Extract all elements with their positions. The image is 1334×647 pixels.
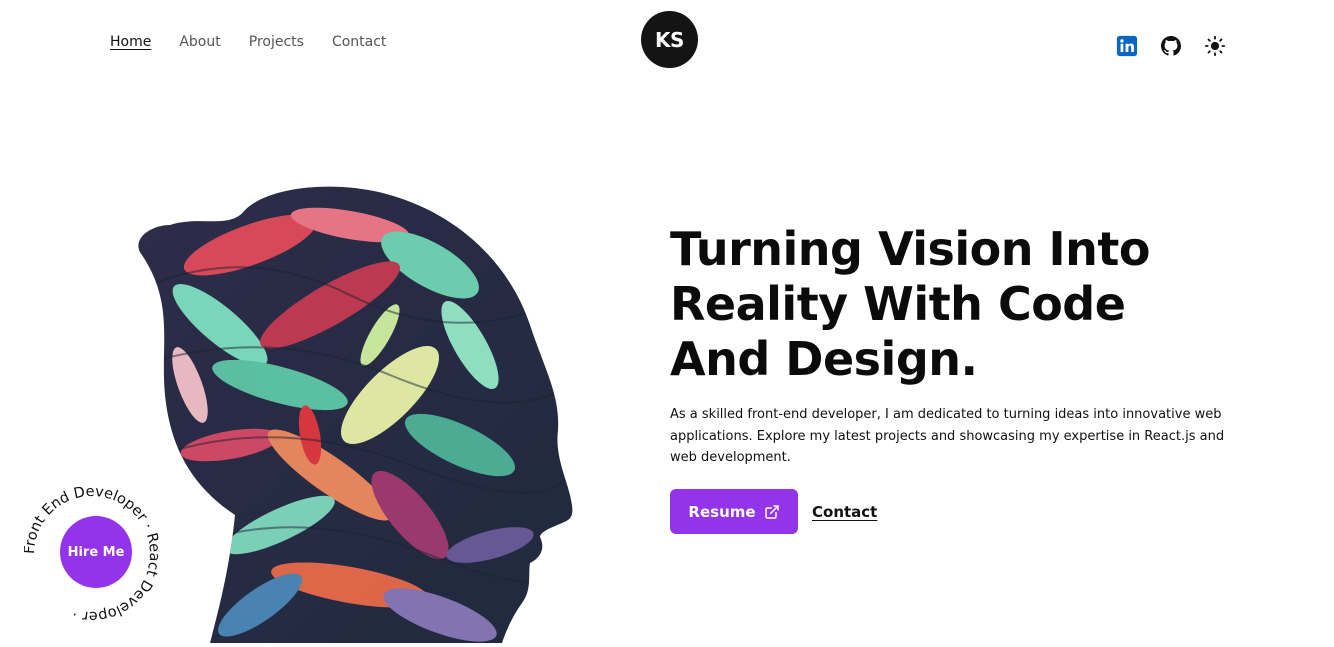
contact-link[interactable]: Contact [812,503,877,521]
social-links [1116,35,1226,57]
github-icon[interactable] [1160,35,1182,57]
hire-me-button[interactable]: Hire Me [60,516,132,588]
site-logo[interactable]: KS [641,11,698,68]
hero-headline: Turning Vision Into Reality With Code An… [670,222,1151,386]
linkedin-icon[interactable] [1116,35,1138,57]
hire-me-badge: Front End Developer · React Developer · … [24,486,160,622]
external-link-icon [764,504,780,520]
profile-artwork [130,185,580,643]
hero-description: As a skilled front-end developer, I am d… [670,407,1225,465]
nav-link-home[interactable]: Home [110,34,151,50]
nav-link-projects[interactable]: Projects [249,34,304,50]
nav-link-contact[interactable]: Contact [332,34,386,50]
sun-icon[interactable] [1204,35,1226,57]
resume-button-label: Resume [688,502,756,521]
main-nav: Home About Projects Contact [110,34,386,50]
resume-button[interactable]: Resume [670,489,798,534]
nav-link-about[interactable]: About [179,34,220,50]
